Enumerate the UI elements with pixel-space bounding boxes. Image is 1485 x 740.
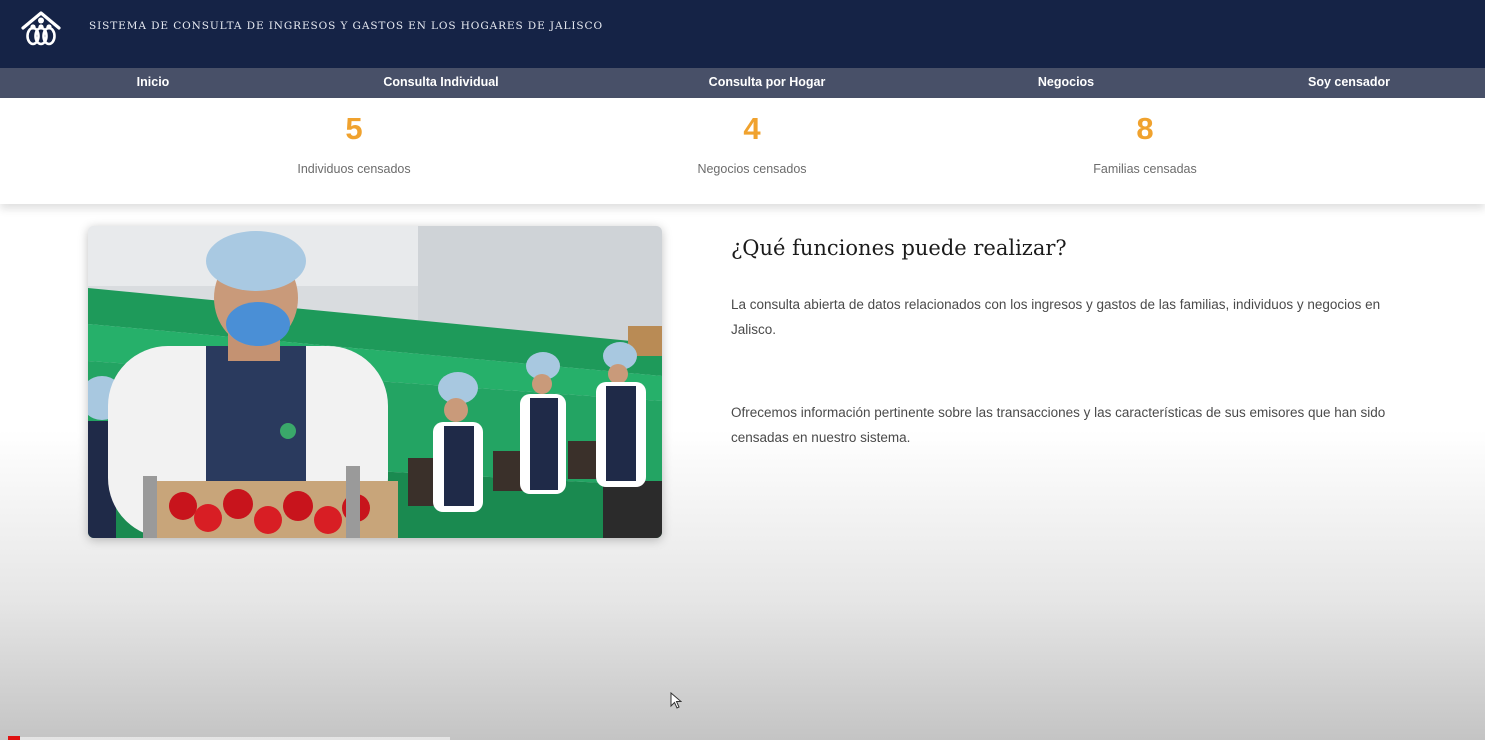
content-paragraph: Ofrecemos información pertinente sobre l… [731,405,1386,445]
stat-label: Individuos censados [297,162,411,176]
site-title: Sistema de Consulta de Ingresos y Gastos… [89,20,603,32]
mouse-cursor-icon [670,692,682,709]
nav-item-negocios[interactable]: Negocios [1038,68,1094,98]
nav-item-consulta-individual[interactable]: Consulta Individual [383,68,498,98]
family-house-logo-icon[interactable] [20,8,62,50]
stat-value: 8 [1136,111,1154,146]
content-title: ¿Qué funciones puede realizar? [731,236,1067,260]
nav-item-consulta-por-hogar[interactable]: Consulta por Hogar [709,68,826,98]
stat-label: Negocios censados [697,162,807,176]
nav-item-inicio[interactable]: Inicio [137,68,170,98]
stat-label: Familias censadas [1093,162,1197,176]
stat-individuos: 5 Individuos censados [204,98,504,176]
stats-panel: 5 Individuos censados 4 Negocios censado… [0,98,1485,204]
workers-photo [88,226,662,538]
video-progress-played [8,736,20,740]
content-paragraph: La consulta abierta de datos relacionado… [731,297,1381,337]
nav-item-soy-censador[interactable]: Soy censador [1308,68,1390,98]
main-nav: Inicio Consulta Individual Consulta por … [0,68,1485,98]
stat-negocios: 4 Negocios censados [602,98,902,176]
top-header: Sistema de Consulta de Ingresos y Gastos… [0,0,1485,68]
stat-value: 5 [345,111,363,146]
stat-familias: 8 Familias censadas [995,98,1295,176]
stat-value: 4 [743,111,761,146]
